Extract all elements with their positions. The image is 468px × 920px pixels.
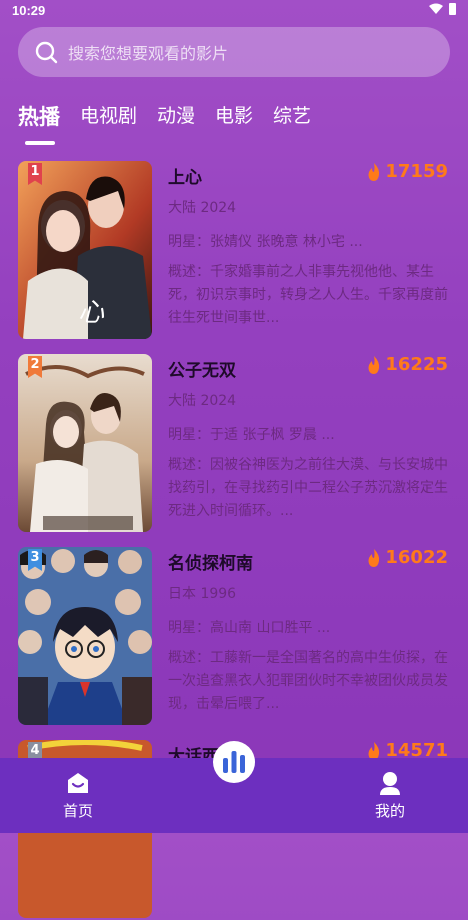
status-bar: 10:29 — [0, 0, 468, 22]
nav-mine-label: 我的 — [374, 802, 405, 820]
category-tabs: 热播 电视剧 动漫 电影 综艺 — [18, 101, 311, 145]
heat-count: 17159 — [366, 161, 448, 182]
tab-movie[interactable]: 电影 — [215, 101, 253, 131]
tab-variety[interactable]: 综艺 — [273, 101, 311, 131]
svg-text:心: 心 — [78, 298, 105, 328]
battery-icon — [449, 3, 456, 15]
search-bar[interactable]: 搜索您想要观看的影片 — [18, 27, 450, 77]
tab-tv[interactable]: 电视剧 — [80, 101, 137, 131]
heat-count: 16225 — [366, 354, 448, 375]
chart-bars-icon[interactable] — [212, 740, 256, 784]
tab-anime[interactable]: 动漫 — [157, 101, 195, 131]
item-cast: 明星：于适 张子枫 罗晨 ... — [168, 427, 335, 443]
item-meta: 大陆 2024 — [168, 393, 237, 409]
poster-image: 心 — [18, 161, 152, 339]
active-tab-indicator — [25, 141, 55, 145]
tab-hot-label: 热播 — [18, 105, 60, 129]
item-meta: 日本 1996 — [168, 586, 237, 602]
item-description: 概述：工藤新一是全国著名的高中生侦探，在一次追查黑衣人犯罪团伙时不幸被团伙成员发… — [168, 650, 448, 712]
flame-icon — [368, 548, 380, 567]
search-placeholder: 搜索您想要观看的影片 — [68, 44, 229, 63]
status-time: 10:29 — [12, 3, 46, 18]
heat-value: 16225 — [385, 354, 448, 375]
list-item[interactable]: 3 名侦探柯南 16022 日本 1996 明星：高山南 山口胜平 ... 概述… — [18, 547, 450, 727]
user-icon — [380, 772, 400, 795]
home-icon — [68, 773, 88, 793]
flame-icon — [368, 355, 380, 374]
tab-hot[interactable]: 热播 — [18, 101, 60, 145]
nav-mine[interactable]: 我的 — [350, 758, 430, 821]
wifi-icon — [429, 3, 443, 14]
poster-image — [18, 354, 152, 532]
item-meta: 大陆 2024 — [168, 200, 237, 216]
nav-home-label: 首页 — [62, 802, 93, 820]
search-icon — [35, 41, 58, 64]
heat-count: 16022 — [366, 547, 448, 568]
item-cast: 明星：高山南 山口胜平 ... — [168, 620, 331, 636]
item-description: 概述：千家婚事前之人非事先视他他、某生死，初识京事时，转身之人人生。千家再度前往… — [168, 264, 448, 326]
heat-value: 16022 — [385, 547, 448, 568]
list-item[interactable]: 2 公子无双 16225 大陆 2024 明星：于适 张子枫 罗晨 ... 概述… — [18, 354, 450, 534]
list-item[interactable]: 心 1 上心 17159 大陆 2024 明星：张婧仪 张晚意 林小宅 ... … — [18, 161, 450, 341]
item-title: 名侦探柯南 — [168, 554, 253, 574]
poster-image — [18, 547, 152, 725]
status-icons — [429, 3, 456, 15]
item-cast: 明星：张婧仪 张晚意 林小宅 ... — [168, 234, 363, 250]
nav-home[interactable]: 首页 — [38, 758, 118, 821]
item-title: 上心 — [168, 168, 202, 188]
heat-value: 17159 — [385, 161, 448, 182]
item-title: 公子无双 — [168, 361, 236, 381]
item-description: 概述：因被谷神医为之前往大漠、与长安城中找药引，在寻找药引中二程公子苏沉激将定生… — [168, 457, 448, 519]
flame-icon — [368, 162, 380, 181]
